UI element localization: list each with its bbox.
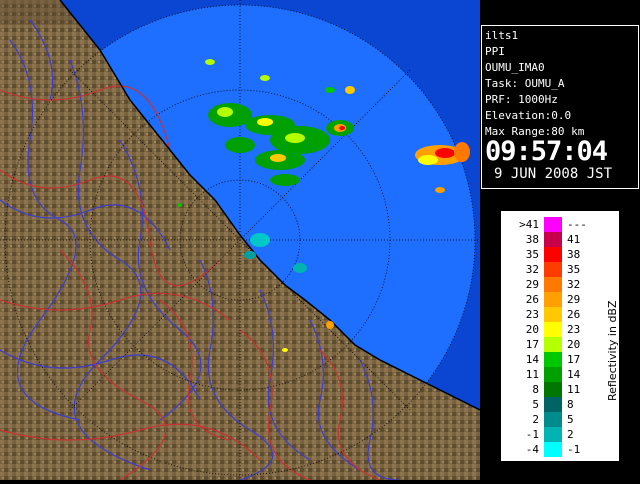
legend-upper-bound: 23: [567, 323, 581, 336]
legend-upper-bound: 38: [567, 248, 581, 261]
legend-lower-bound: 14: [525, 353, 539, 366]
legend-swatch: [544, 427, 562, 442]
legend-lower-bound: 17: [525, 338, 539, 351]
legend-lower-bound: >41: [519, 218, 539, 231]
site-name: ilts1: [485, 29, 519, 42]
legend-swatch: [544, 262, 562, 277]
legend-lower-bound: 23: [525, 308, 539, 321]
legend-lower-bound: -4: [525, 443, 539, 456]
legend-upper-bound: 29: [567, 293, 581, 306]
scan-time: 09:57:04: [485, 136, 608, 167]
legend-swatch: [544, 277, 562, 292]
legend-swatch: [544, 367, 562, 382]
legend-lower-bound: 29: [525, 278, 539, 291]
legend-lower-bound: 5: [532, 398, 539, 411]
legend-upper-bound: 17: [567, 353, 581, 366]
legend-swatch: [544, 352, 562, 367]
legend-swatch: [544, 382, 562, 397]
prf-value: PRF: 1000Hz: [485, 93, 558, 106]
legend-upper-bound: 35: [567, 263, 581, 276]
legend-upper-bound: ---: [567, 218, 587, 231]
legend-lower-bound: 35: [525, 248, 539, 261]
elevation-value: Elevation:0.0: [485, 109, 572, 122]
legend-upper-bound: 2: [567, 428, 574, 441]
legend-lower-bound: 20: [525, 323, 539, 336]
legend-lower-bound: 11: [525, 368, 539, 381]
task-name: Task: OUMU_A: [485, 77, 565, 90]
legend-upper-bound: 11: [567, 383, 581, 396]
legend-lower-bound: 8: [532, 383, 539, 396]
legend-swatch: [544, 412, 562, 427]
legend-upper-bound: 26: [567, 308, 581, 321]
legend-lower-bound: 26: [525, 293, 539, 306]
legend-swatch: [544, 232, 562, 247]
scan-mode: PPI: [485, 45, 505, 58]
legend-swatch: [544, 322, 562, 337]
legend-lower-bound: 32: [525, 263, 539, 276]
legend-upper-bound: 32: [567, 278, 581, 291]
legend-swatch: [544, 307, 562, 322]
legend-upper-bound: 5: [567, 413, 574, 426]
product-name: OUMU_IMA0: [485, 61, 545, 74]
legend-lower-bound: 38: [525, 233, 539, 246]
legend-swatch: [544, 442, 562, 457]
legend-swatch: [544, 247, 562, 262]
reflectivity-legend: >41 --- 38 41 35 38 32 35 29 32 26 29 23 26 20 23 17 20 14…: [500, 210, 620, 462]
radar-info-panel: ilts1 PPI OUMU_IMA0 Task: OUMU_A PRF: 10…: [481, 25, 639, 189]
legend-swatch: [544, 292, 562, 307]
radar-display[interactable]: [0, 0, 480, 480]
legend-upper-bound: 20: [567, 338, 581, 351]
legend-upper-bound: -1: [567, 443, 581, 456]
legend-lower-bound: 2: [532, 413, 539, 426]
legend-lower-bound: -1: [525, 428, 539, 441]
scan-date: 9 JUN 2008 JST: [494, 166, 613, 182]
legend-swatch: [544, 397, 562, 412]
legend-upper-bound: 14: [567, 368, 581, 381]
legend-unit-label: Reflectivity in dBZ: [606, 300, 619, 401]
legend-swatch: [544, 337, 562, 352]
legend-upper-bound: 8: [567, 398, 574, 411]
legend-upper-bound: 41: [567, 233, 581, 246]
radar-map: [0, 0, 480, 480]
legend-swatch: [544, 217, 562, 232]
